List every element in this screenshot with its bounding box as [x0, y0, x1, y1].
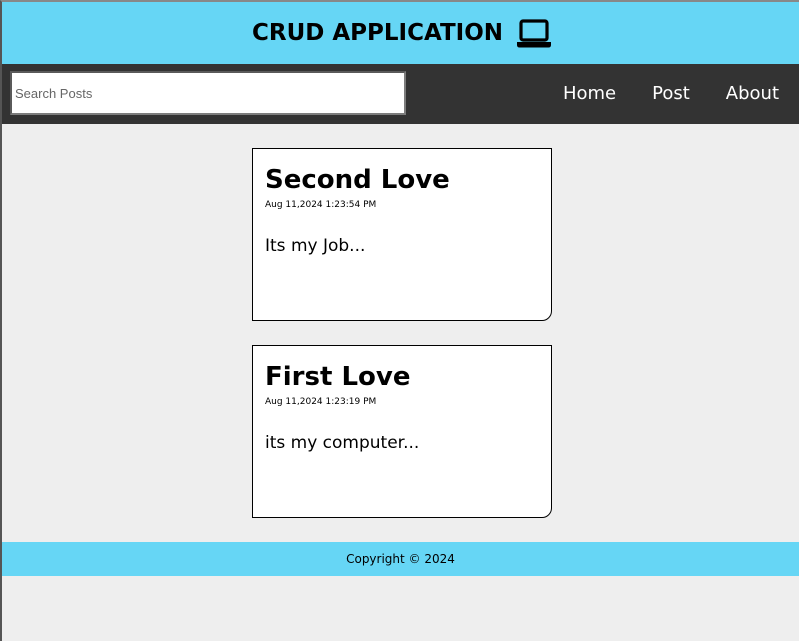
post-body: its my computer...	[265, 433, 420, 453]
post-body: Its my Job...	[265, 236, 366, 256]
laptop-icon	[517, 19, 551, 48]
post-date: Aug 11,2024 1:23:54 PM	[265, 200, 377, 210]
app-header: CRUD APPLICATION	[2, 2, 799, 64]
search-posts-input[interactable]	[10, 71, 406, 115]
post-list: Second Love Aug 11,2024 1:23:54 PM Its m…	[252, 148, 552, 542]
navbar: Home Post About	[2, 64, 799, 124]
post-card[interactable]: Second Love Aug 11,2024 1:23:54 PM Its m…	[252, 148, 552, 321]
post-card[interactable]: First Love Aug 11,2024 1:23:19 PM its my…	[252, 345, 552, 518]
post-date: Aug 11,2024 1:23:19 PM	[265, 397, 377, 407]
nav-links: Home Post About	[545, 64, 799, 124]
post-title: Second Love	[265, 165, 450, 195]
nav-link-post[interactable]: Post	[634, 64, 708, 124]
app-footer: Copyright © 2024	[2, 542, 799, 576]
post-title: First Love	[265, 362, 411, 392]
app-title: CRUD APPLICATION	[252, 20, 504, 46]
nav-link-home[interactable]: Home	[545, 64, 634, 124]
copyright-text: Copyright © 2024	[346, 552, 455, 566]
nav-link-about[interactable]: About	[708, 64, 799, 124]
